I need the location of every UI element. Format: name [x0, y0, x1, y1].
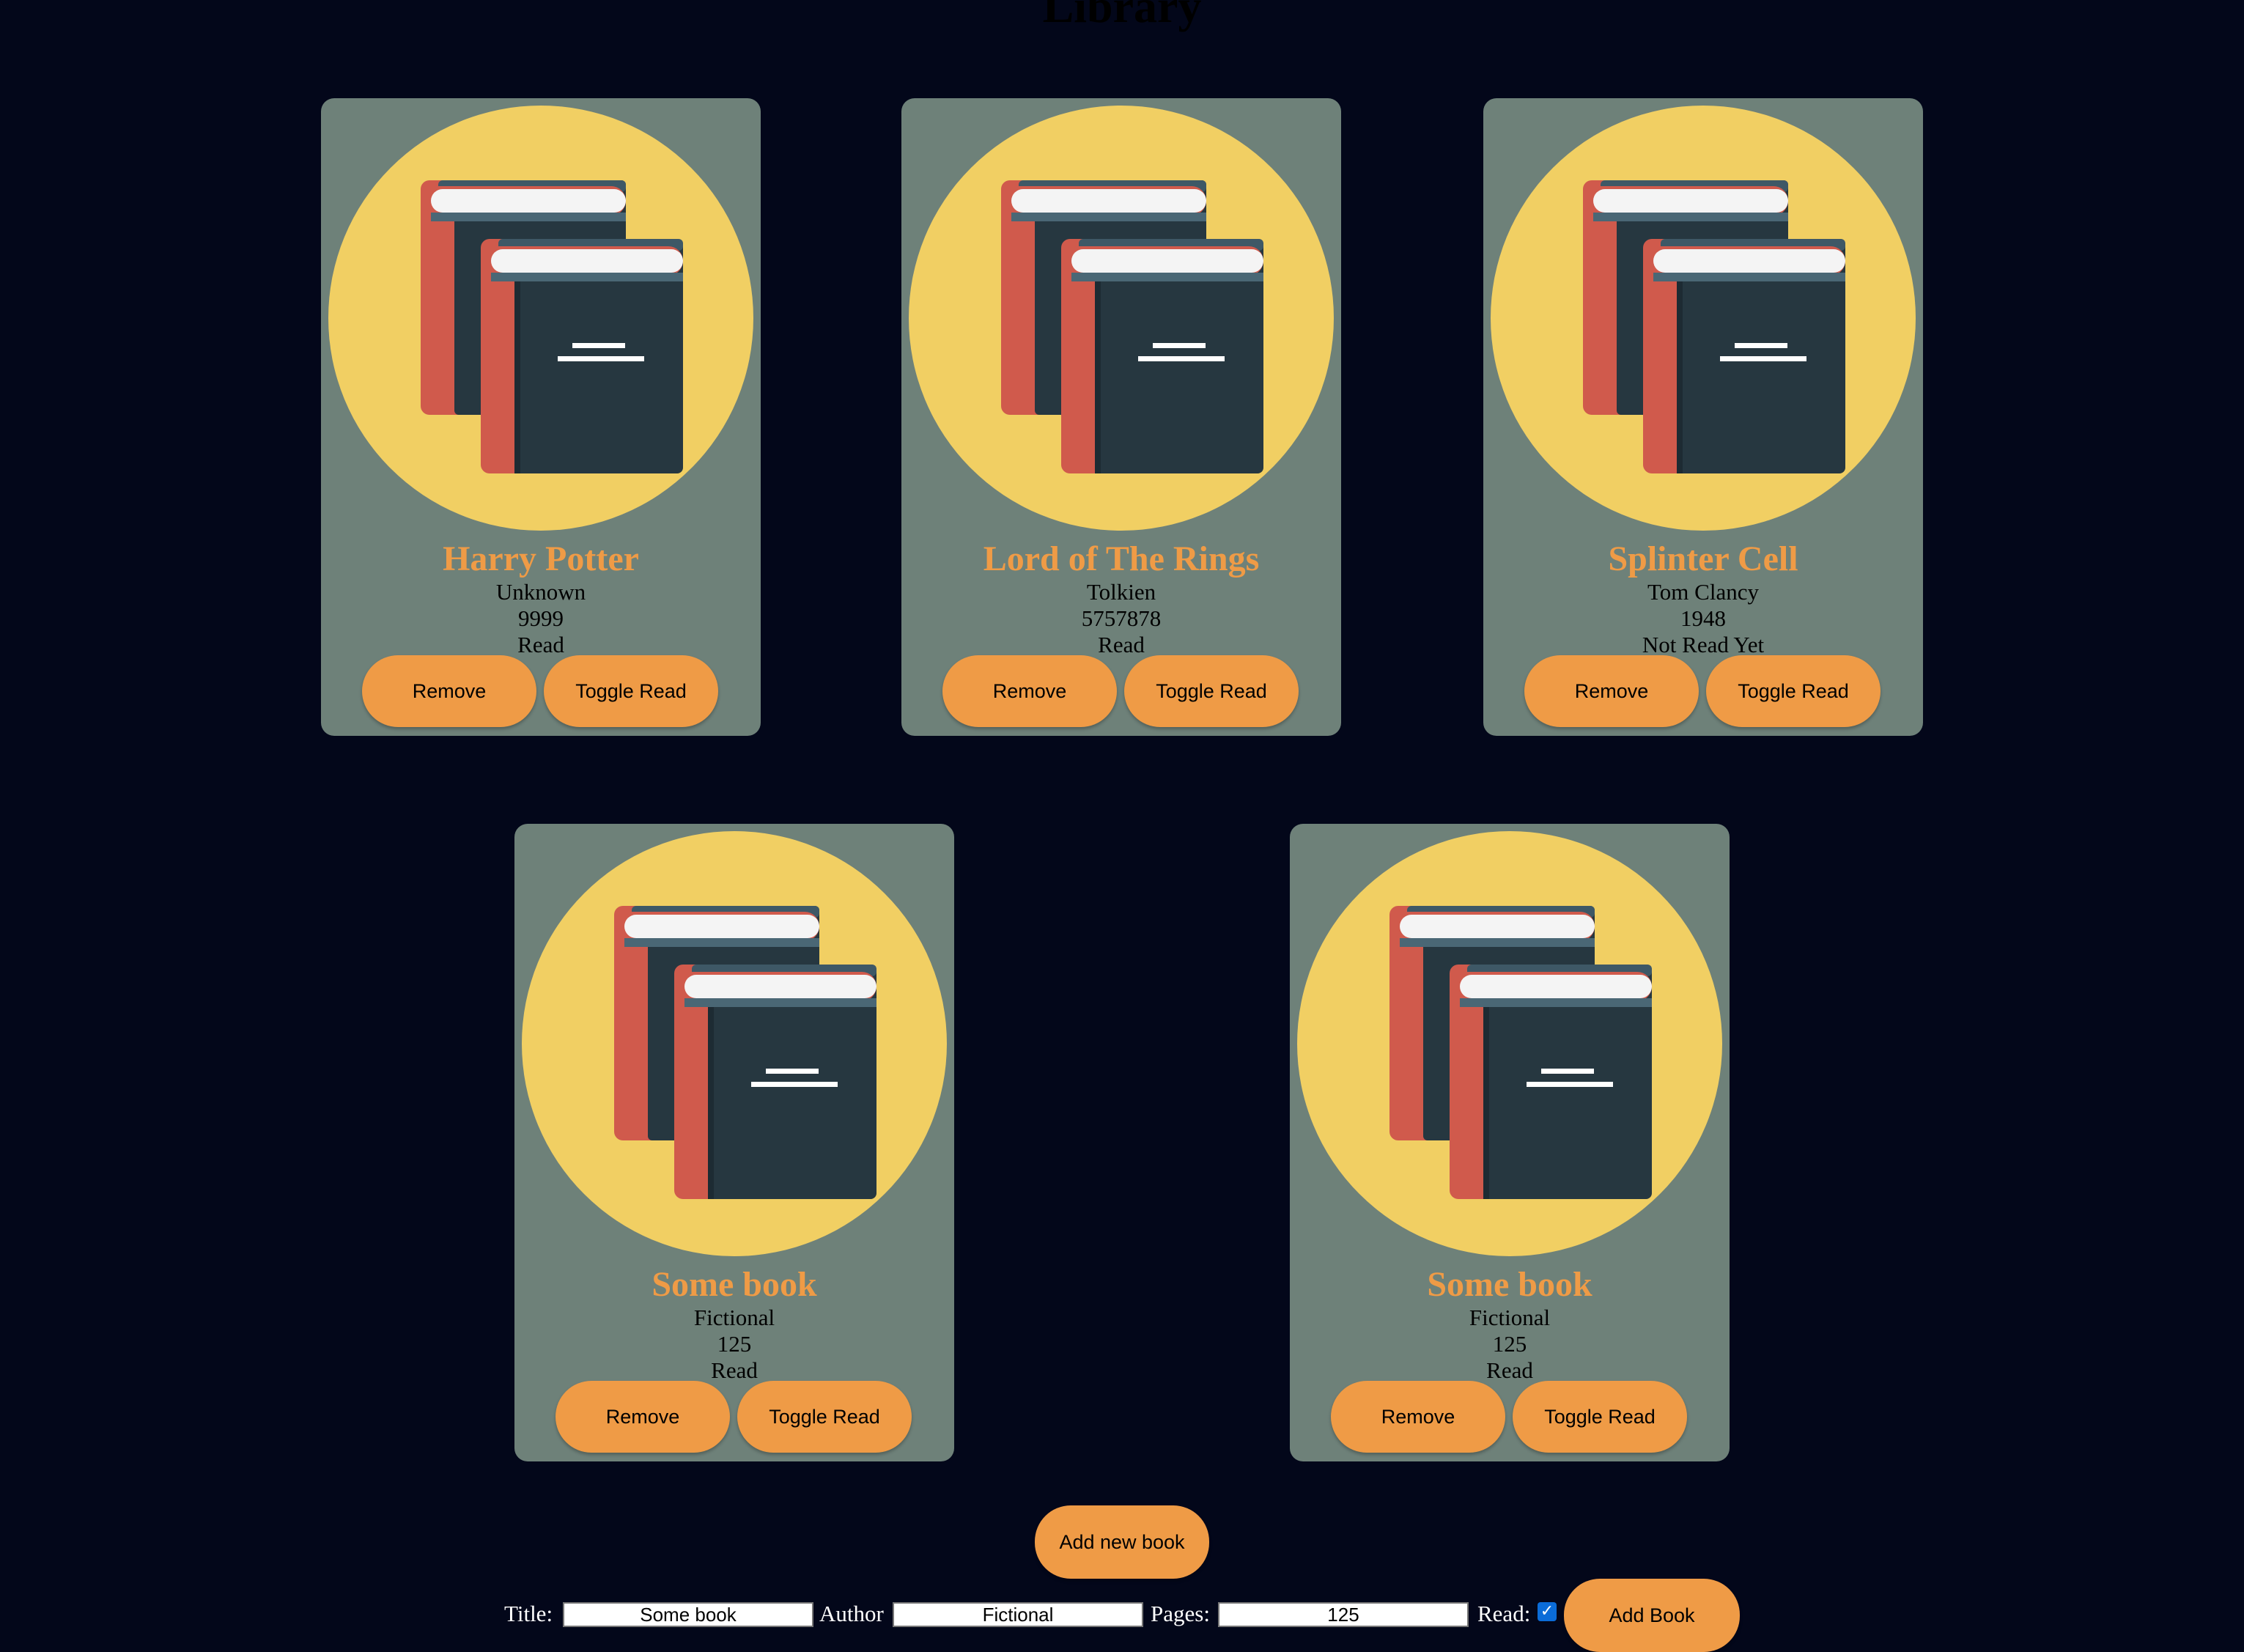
- book-author: Unknown: [495, 579, 586, 605]
- remove-button[interactable]: Remove: [1524, 655, 1699, 727]
- book-author: Tom Clancy: [1647, 579, 1759, 605]
- book-pages: 125: [1492, 1331, 1527, 1357]
- book-read-status: Not Read Yet: [1642, 632, 1765, 657]
- toggle-read-button[interactable]: Toggle Read: [1513, 1381, 1687, 1453]
- author-field-label: Author: [819, 1601, 884, 1626]
- book-card: Some book Fictional 125 Read Remove Togg…: [514, 824, 954, 1461]
- book-title: Some book: [652, 1265, 817, 1304]
- toggle-read-button[interactable]: Toggle Read: [737, 1381, 912, 1453]
- author-input[interactable]: [893, 1602, 1143, 1627]
- page-title: Library: [1042, 0, 1202, 32]
- book-cover-image: [909, 106, 1334, 531]
- check-icon: ✓: [1540, 1602, 1554, 1620]
- book-title: Some book: [1427, 1265, 1592, 1304]
- remove-button[interactable]: Remove: [556, 1381, 730, 1453]
- book-title: Harry Potter: [443, 539, 639, 578]
- stacked-books-icon: [421, 180, 683, 473]
- book-title: Lord of The Rings: [983, 539, 1260, 578]
- book-pages: 9999: [518, 605, 564, 631]
- book-read-status: Read: [1486, 1357, 1533, 1383]
- add-book-button[interactable]: Add Book: [1564, 1579, 1740, 1652]
- book-cover-image: [522, 831, 947, 1256]
- read-field-label: Read:: [1477, 1601, 1531, 1626]
- book-read-status: Read: [711, 1357, 758, 1383]
- book-read-status: Read: [1098, 632, 1145, 657]
- book-card: Splinter Cell Tom Clancy 1948 Not Read Y…: [1483, 98, 1923, 736]
- book-author: Tolkien: [1086, 579, 1156, 605]
- remove-button[interactable]: Remove: [942, 655, 1117, 727]
- toggle-read-button[interactable]: Toggle Read: [1706, 655, 1881, 727]
- read-checkbox[interactable]: ✓: [1538, 1602, 1557, 1621]
- title-field-label: Title:: [504, 1601, 553, 1626]
- stacked-books-icon: [1001, 180, 1263, 473]
- book-author: Fictional: [693, 1305, 775, 1330]
- stacked-books-icon: [614, 906, 876, 1199]
- book-pages: 5757878: [1081, 605, 1162, 631]
- book-read-status: Read: [517, 632, 564, 657]
- remove-button[interactable]: Remove: [1331, 1381, 1505, 1453]
- book-pages: 125: [717, 1331, 752, 1357]
- book-cover-image: [1491, 106, 1916, 531]
- add-book-form: Title: Author Pages: Read: ✓ Add Book: [0, 1579, 2244, 1652]
- book-card: Harry Potter Unknown 9999 Read Remove To…: [321, 98, 761, 736]
- stacked-books-icon: [1583, 180, 1845, 473]
- book-author: Fictional: [1469, 1305, 1551, 1330]
- pages-input[interactable]: [1218, 1602, 1469, 1627]
- book-pages: 1948: [1680, 605, 1726, 631]
- stacked-books-icon: [1389, 906, 1652, 1199]
- book-card: Some book Fictional 125 Read Remove Togg…: [1290, 824, 1730, 1461]
- book-card: Lord of The Rings Tolkien 5757878 Read R…: [901, 98, 1341, 736]
- title-input[interactable]: [563, 1602, 813, 1627]
- book-cover-image: [1297, 831, 1722, 1256]
- toggle-read-button[interactable]: Toggle Read: [544, 655, 718, 727]
- toggle-read-button[interactable]: Toggle Read: [1124, 655, 1299, 727]
- pages-field-label: Pages:: [1151, 1601, 1210, 1626]
- remove-button[interactable]: Remove: [362, 655, 536, 727]
- book-title: Splinter Cell: [1608, 539, 1798, 578]
- book-cover-image: [328, 106, 753, 531]
- add-new-book-button[interactable]: Add new book: [1035, 1505, 1209, 1579]
